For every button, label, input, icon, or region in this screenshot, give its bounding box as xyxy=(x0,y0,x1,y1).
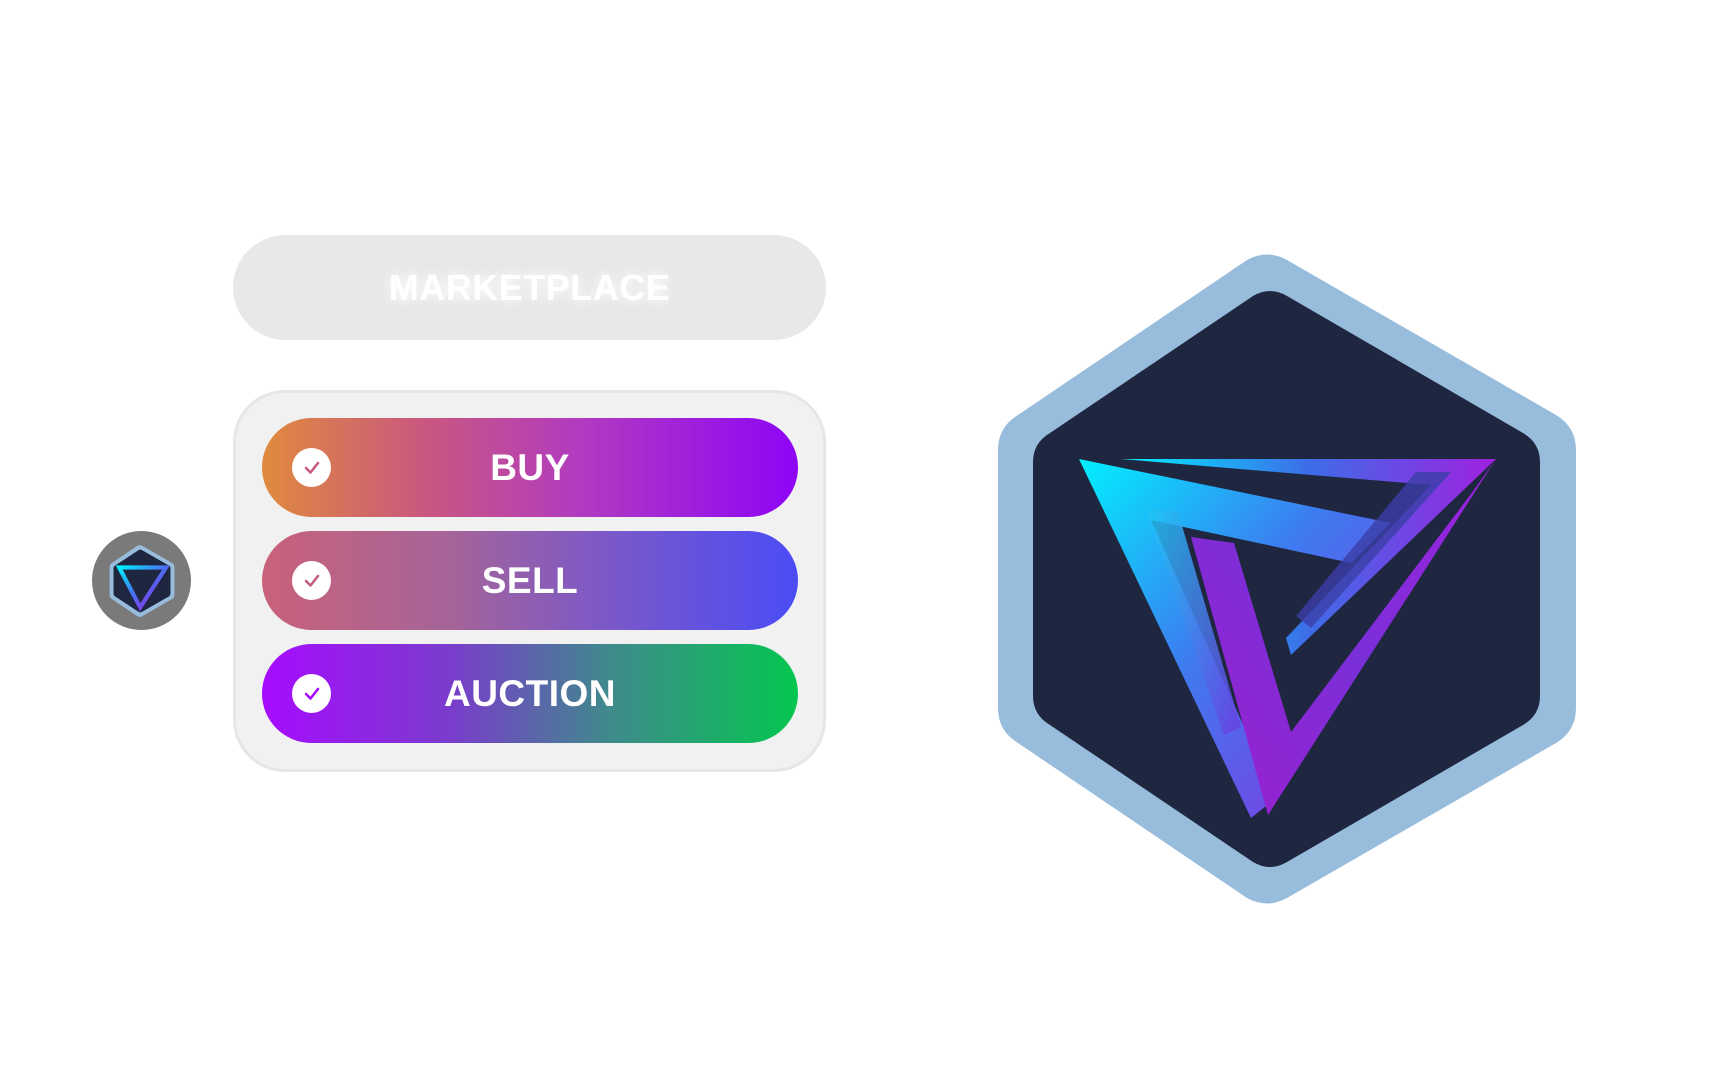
hexagon-triangle-logo-icon xyxy=(998,254,1576,904)
check-icon xyxy=(292,561,331,600)
check-icon xyxy=(292,448,331,487)
buy-button[interactable]: BUY xyxy=(262,418,798,517)
marketplace-title: MARKETPLACE xyxy=(388,266,671,308)
check-icon xyxy=(292,674,331,713)
small-logo-button[interactable] xyxy=(92,531,191,630)
sell-label: SELL xyxy=(481,559,579,601)
auction-label: AUCTION xyxy=(443,672,617,714)
hexagon-triangle-logo-icon xyxy=(109,544,174,617)
auction-button[interactable]: AUCTION xyxy=(262,644,798,743)
marketplace-header: MARKETPLACE xyxy=(233,235,826,340)
sell-button[interactable]: SELL xyxy=(262,531,798,630)
buy-label: BUY xyxy=(490,446,570,488)
